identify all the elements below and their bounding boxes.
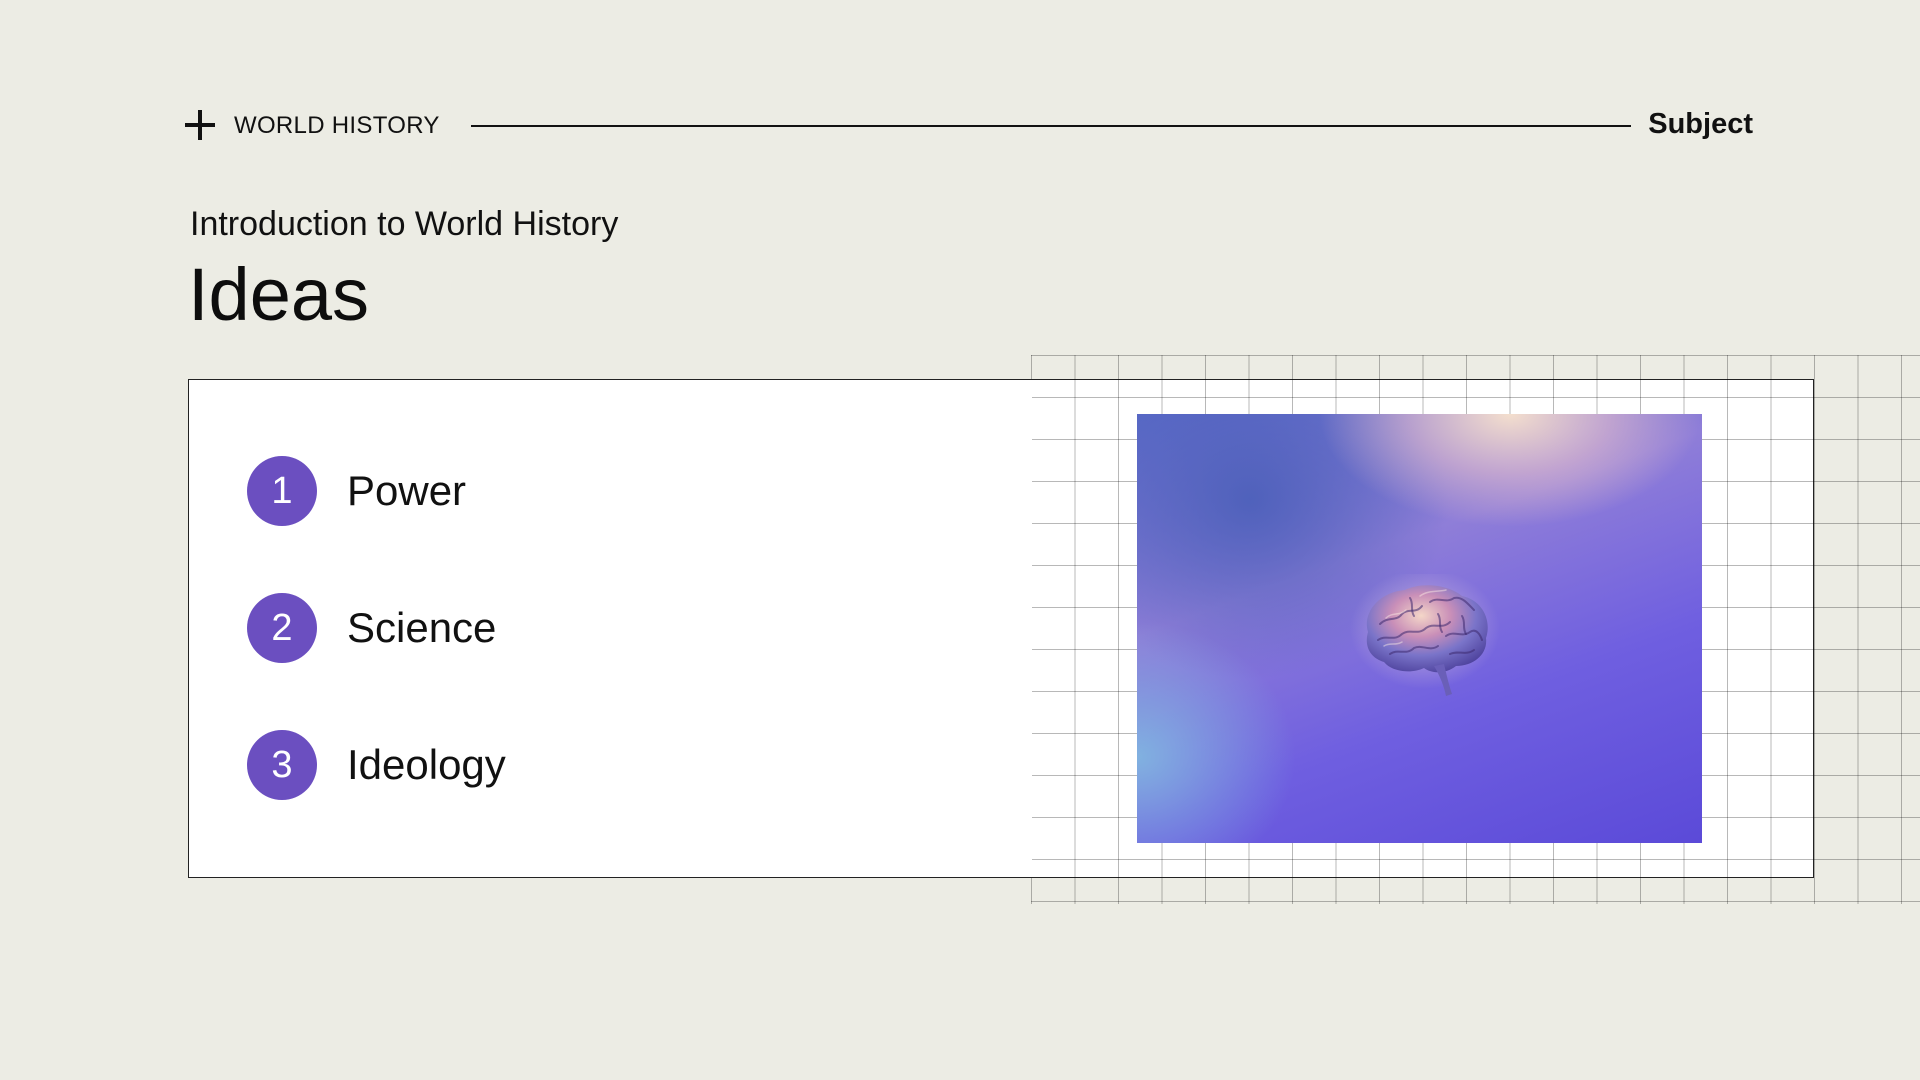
plus-icon [185, 110, 215, 140]
item-label: Science [347, 604, 497, 651]
item-label: Ideology [347, 741, 506, 788]
number-badge: 2 [247, 593, 317, 663]
brain-icon [1350, 574, 1500, 696]
header: WORLD HISTORY Subject [185, 104, 1753, 144]
section-label: WORLD HISTORY [234, 112, 440, 139]
brain-image [1137, 414, 1702, 843]
header-divider [471, 125, 1631, 127]
list-item-science: 2 Science [247, 593, 496, 663]
number-badge: 3 [247, 730, 317, 800]
list-item-power: 1 Power [247, 456, 466, 526]
subject-label: Subject [1648, 108, 1753, 140]
page-title: Ideas [188, 253, 370, 336]
item-label: Power [347, 467, 467, 514]
list-item-ideology: 3 Ideology [247, 730, 506, 800]
page-subtitle: Introduction to World History [190, 205, 619, 243]
number-badge: 1 [247, 456, 317, 526]
